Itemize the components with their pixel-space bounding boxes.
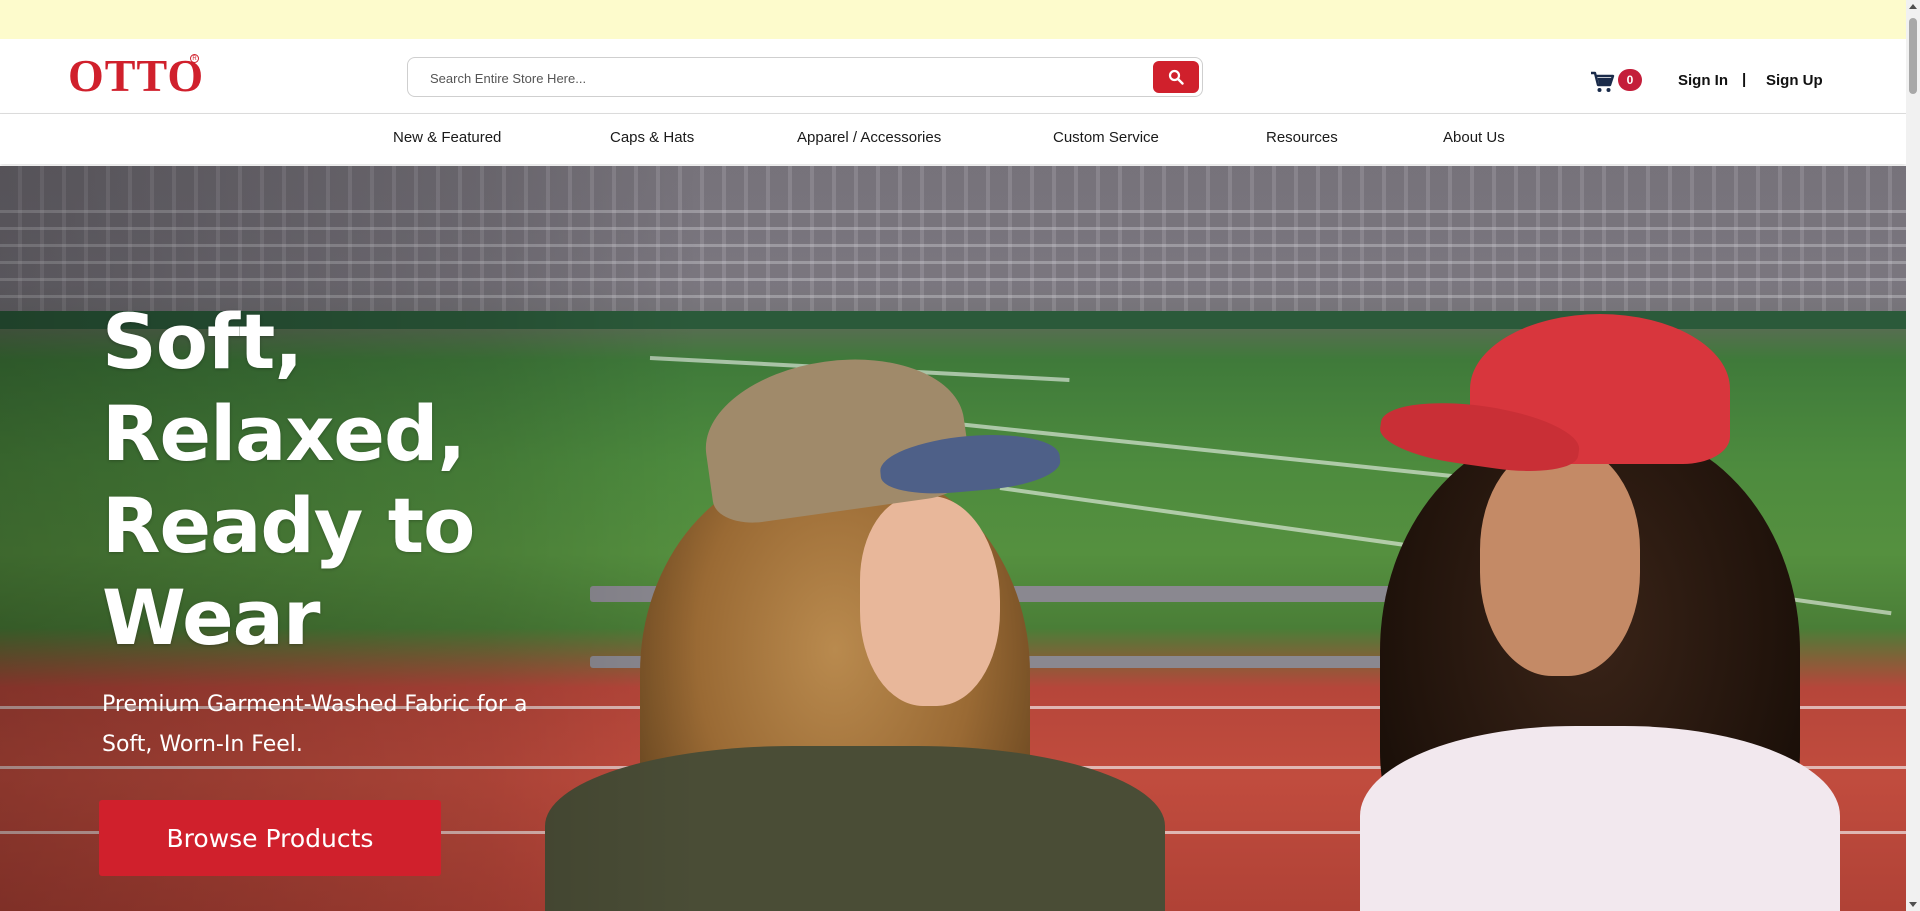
model-right-top	[1360, 726, 1840, 911]
scroll-thumb[interactable]	[1909, 18, 1917, 94]
sign-up-link[interactable]: Sign Up	[1766, 72, 1823, 89]
auth-separator: |	[1742, 71, 1747, 88]
nav-item-new-featured[interactable]: New & Featured	[393, 129, 501, 146]
sign-in-link[interactable]: Sign In	[1678, 72, 1728, 89]
search-box	[407, 57, 1203, 97]
browse-products-button[interactable]: Browse Products	[99, 800, 441, 876]
promo-bar	[0, 0, 1906, 39]
model-left-face	[860, 496, 1000, 706]
nav-item-caps-hats[interactable]: Caps & Hats	[610, 129, 694, 146]
scroll-up-arrow-icon[interactable]	[1909, 4, 1917, 9]
model-right-face	[1480, 446, 1640, 676]
otto-logo[interactable]: OTTO	[68, 53, 204, 99]
hero-title: Soft, Relaxed, Ready to Wear	[102, 297, 475, 662]
cart-icon	[1591, 71, 1615, 92]
nav-item-about-us[interactable]: About Us	[1443, 129, 1505, 146]
search-button[interactable]	[1153, 61, 1199, 93]
nav-item-resources[interactable]: Resources	[1266, 129, 1338, 146]
cart-button[interactable]: 0	[1590, 66, 1645, 94]
page-scrollbar[interactable]	[1906, 0, 1920, 911]
search-input[interactable]	[430, 68, 1130, 88]
cart-count-badge: 0	[1618, 69, 1642, 91]
search-icon	[1168, 69, 1184, 85]
hero-subtitle: Premium Garment-Washed Fabric for a Soft…	[102, 692, 528, 757]
registered-mark-icon: R	[190, 54, 199, 63]
scroll-down-arrow-icon[interactable]	[1909, 902, 1917, 907]
nav-item-apparel-accessories[interactable]: Apparel / Accessories	[797, 129, 941, 146]
hero-banner: Soft, Relaxed, Ready to Wear Premium Gar…	[0, 166, 1906, 911]
main-nav: New & Featured Caps & Hats Apparel / Acc…	[0, 114, 1906, 164]
nav-item-custom-service[interactable]: Custom Service	[1053, 129, 1159, 146]
site-header: OTTO R 0 Sign In | Sign Up	[0, 39, 1906, 114]
